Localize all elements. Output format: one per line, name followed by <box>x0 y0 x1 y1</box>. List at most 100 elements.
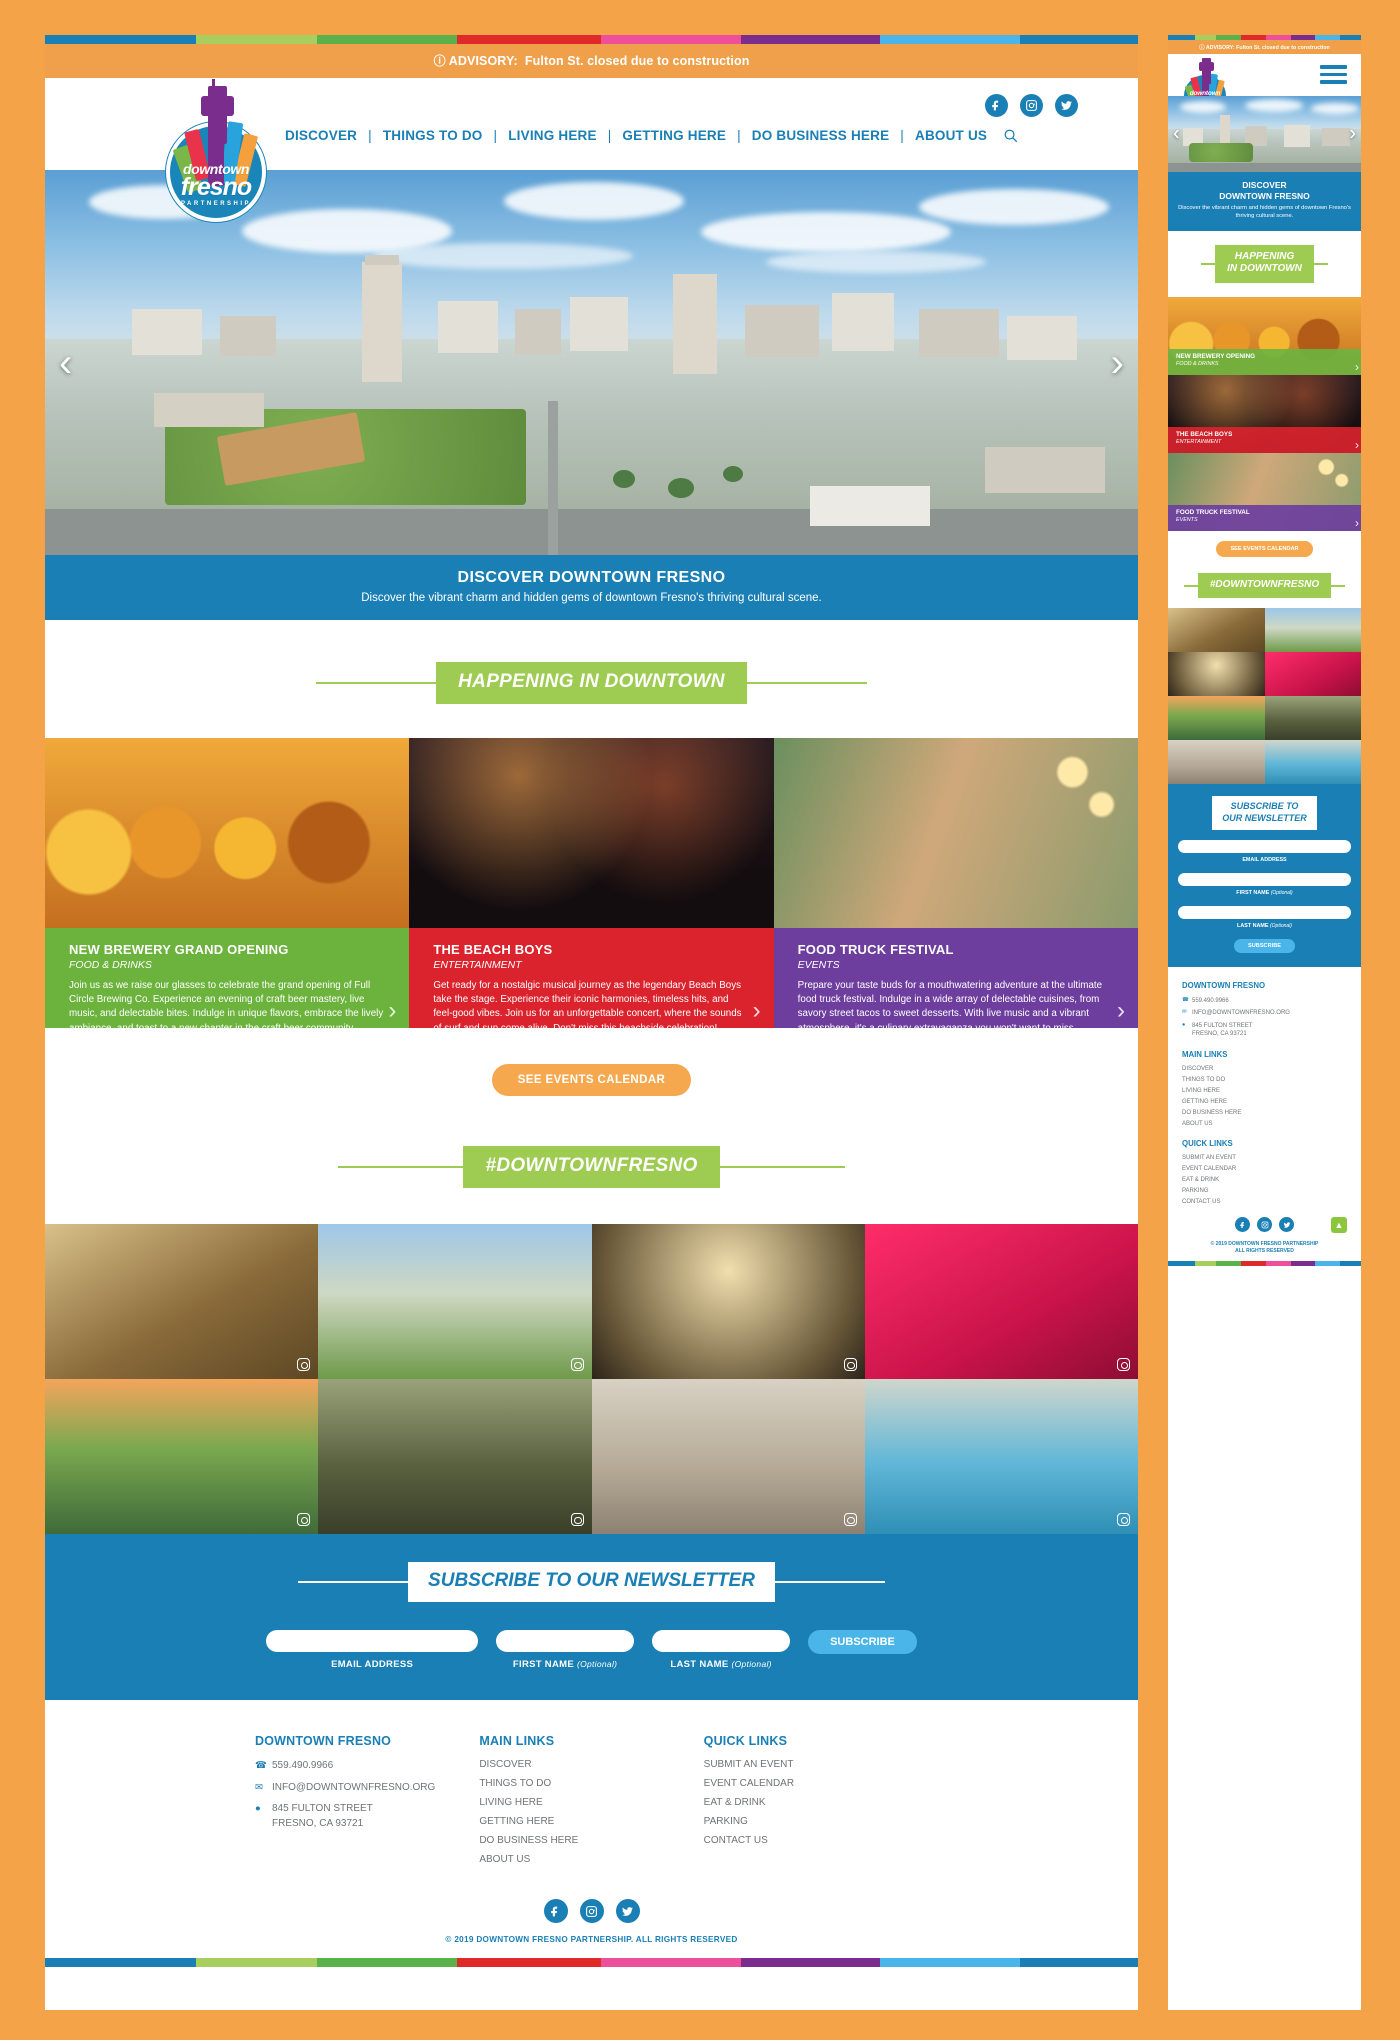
mobile-hero-carousel[interactable]: ‹ › <box>1168 96 1361 172</box>
last-name-field-mobile[interactable] <box>1178 905 1351 919</box>
event-card-food-truck-festival-mobile[interactable]: FOOD TRUCK FESTIVAL EVENTS › <box>1168 452 1361 531</box>
facebook-icon[interactable] <box>985 94 1008 117</box>
rainbow-bar-top <box>45 35 1138 44</box>
event-card-food-truck-festival[interactable]: FOOD TRUCK FESTIVAL EVENTS Prepare your … <box>773 738 1138 1028</box>
email-field[interactable] <box>266 1630 479 1652</box>
event-card-next-button[interactable]: › <box>1355 438 1359 452</box>
footer-email[interactable]: INFO@DOWNTOWNFRESNO.ORG <box>1192 1009 1290 1017</box>
instagram-post[interactable] <box>1264 696 1361 741</box>
instagram-post[interactable] <box>864 1224 1138 1379</box>
see-events-calendar-button[interactable]: SEE EVENTS CALENDAR <box>491 1064 692 1096</box>
twitter-icon[interactable] <box>1279 1217 1294 1233</box>
footer-link-do-business-here[interactable]: DO BUSINESS HERE <box>1182 1110 1347 1116</box>
footer-link-contact-us[interactable]: CONTACT US <box>1182 1199 1347 1205</box>
hero-prev-button-mobile[interactable]: ‹ <box>1173 123 1180 146</box>
event-card-new-brewery-mobile[interactable]: NEW BREWERY OPENING FOOD & DRINKS › <box>1168 296 1361 375</box>
footer-link-living-here[interactable]: LIVING HERE <box>1182 1088 1347 1094</box>
email-field-mobile[interactable] <box>1178 839 1351 853</box>
twitter-icon[interactable] <box>1055 94 1078 117</box>
footer-link-contact-us[interactable]: CONTACT US <box>704 1835 928 1846</box>
instagram-post[interactable] <box>1168 740 1265 785</box>
nav-item-getting-here[interactable]: GETTING HERE <box>622 128 726 143</box>
instagram-icon <box>297 1513 311 1526</box>
heading-rule-right <box>746 682 867 684</box>
instagram-post[interactable] <box>45 1224 319 1379</box>
hero-prev-button[interactable]: ‹ <box>59 343 72 383</box>
first-name-field[interactable] <box>496 1630 635 1652</box>
event-card-next-button[interactable]: › <box>740 994 774 1028</box>
footer-link-living-here[interactable]: LIVING HERE <box>479 1797 703 1808</box>
footer-link-event-calendar[interactable]: EVENT CALENDAR <box>1182 1166 1347 1172</box>
event-card-beach-boys[interactable]: THE BEACH BOYS ENTERTAINMENT Get ready f… <box>409 738 774 1028</box>
footer-link-do-business-here[interactable]: DO BUSINESS HERE <box>479 1835 703 1846</box>
footer-link-things-to-do[interactable]: THINGS TO DO <box>1182 1077 1347 1083</box>
event-card-next-button[interactable]: › <box>1104 994 1138 1028</box>
footer-link-about-us[interactable]: ABOUT US <box>1182 1121 1347 1127</box>
instagram-post[interactable] <box>1168 696 1265 741</box>
instagram-post[interactable] <box>318 1224 592 1379</box>
hamburger-menu-icon[interactable] <box>1320 65 1347 88</box>
instagram-post[interactable] <box>1264 740 1361 785</box>
event-card-new-brewery[interactable]: NEW BREWERY GRAND OPENING FOOD & DRINKS … <box>45 738 410 1028</box>
nav-item-do-business-here[interactable]: DO BUSINESS HERE <box>752 128 889 143</box>
subscribe-button-mobile[interactable]: SUBSCRIBE <box>1234 938 1295 953</box>
instagram-icon[interactable] <box>1257 1217 1272 1233</box>
event-card-next-button[interactable]: › <box>1355 516 1359 530</box>
instagram-post[interactable] <box>318 1379 592 1534</box>
nav-item-things-to-do[interactable]: THINGS TO DO <box>383 128 483 143</box>
instagram-post[interactable] <box>1168 608 1265 653</box>
footer-link-getting-here[interactable]: GETTING HERE <box>1182 1099 1347 1105</box>
last-name-field[interactable] <box>652 1630 791 1652</box>
footer-phone[interactable]: 559.490.9966 <box>272 1759 333 1774</box>
footer-link-getting-here[interactable]: GETTING HERE <box>479 1816 703 1827</box>
footer-link-discover[interactable]: DISCOVER <box>1182 1066 1347 1072</box>
event-card-beach-boys-mobile[interactable]: THE BEACH BOYS ENTERTAINMENT › <box>1168 374 1361 453</box>
search-icon[interactable] <box>1003 128 1018 143</box>
back-to-top-button[interactable]: ▲ <box>1331 1217 1347 1234</box>
hero-carousel[interactable]: ‹ › <box>45 170 1138 555</box>
facebook-icon[interactable] <box>1235 1217 1250 1233</box>
footer-link-submit-an-event[interactable]: SUBMIT AN EVENT <box>704 1759 928 1770</box>
happening-heading: HAPPENING IN DOWNTOWN <box>45 662 1138 704</box>
footer-link-parking[interactable]: PARKING <box>1182 1188 1347 1194</box>
footer-main-links-heading: MAIN LINKS <box>479 1734 555 1748</box>
instagram-post[interactable] <box>1168 652 1265 697</box>
nav-item-discover[interactable]: DISCOVER <box>285 128 357 143</box>
hashtag-heading-label: #DOWNTOWNFRESNO <box>1197 572 1332 599</box>
instagram-post[interactable] <box>864 1379 1138 1534</box>
footer-link-submit-an-event[interactable]: SUBMIT AN EVENT <box>1182 1155 1347 1161</box>
footer-phone[interactable]: 559.490.9966 <box>1192 997 1229 1005</box>
instagram-post[interactable] <box>1264 608 1361 653</box>
hero-title: DISCOVER DOWNTOWN FRESNO <box>457 569 726 586</box>
facebook-icon[interactable] <box>543 1899 568 1923</box>
instagram-post[interactable] <box>45 1379 319 1534</box>
footer-link-discover[interactable]: DISCOVER <box>479 1759 703 1770</box>
instagram-post[interactable] <box>1264 652 1361 697</box>
subscribe-button[interactable]: SUBSCRIBE <box>808 1630 917 1654</box>
instagram-icon[interactable] <box>1020 94 1043 117</box>
footer-link-parking[interactable]: PARKING <box>704 1816 928 1827</box>
footer-email[interactable]: INFO@DOWNTOWNFRESNO.ORG <box>272 1781 435 1796</box>
footer-link-eat-and-drink[interactable]: EAT & DRINK <box>1182 1177 1347 1183</box>
instagram-post[interactable] <box>591 1379 865 1534</box>
event-card-next-button[interactable]: › <box>1355 360 1359 374</box>
twitter-icon[interactable] <box>615 1899 640 1923</box>
footer-link-about-us[interactable]: ABOUT US <box>479 1854 703 1865</box>
see-events-calendar-button-mobile[interactable]: SEE EVENTS CALENDAR <box>1216 540 1313 557</box>
nav-item-living-here[interactable]: LIVING HERE <box>508 128 596 143</box>
first-name-field-mobile[interactable] <box>1178 872 1351 886</box>
footer-link-event-calendar[interactable]: EVENT CALENDAR <box>704 1778 928 1789</box>
hero-next-button[interactable]: › <box>1111 343 1124 383</box>
instagram-icon[interactable] <box>579 1899 604 1923</box>
event-card-next-button[interactable]: › <box>375 994 409 1028</box>
nav-item-about-us[interactable]: ABOUT US <box>915 128 987 143</box>
footer-link-eat-and-drink[interactable]: EAT & DRINK <box>704 1797 928 1808</box>
footer-link-things-to-do[interactable]: THINGS TO DO <box>479 1778 703 1789</box>
advisory-label: ADVISORY: <box>448 54 518 68</box>
hero-next-button-mobile[interactable]: › <box>1349 123 1356 146</box>
site-logo[interactable]: downtown fresno PARTNERSHIP <box>156 79 276 222</box>
footer-address: 845 FULTON STREET FRESNO, CA 93721 <box>272 1803 373 1829</box>
advisory-text: Fulton St. closed due to construction <box>524 54 750 68</box>
instagram-post[interactable] <box>591 1224 865 1379</box>
mobile-header: downtown fresno PARTNERSHIP <box>1168 54 1361 119</box>
